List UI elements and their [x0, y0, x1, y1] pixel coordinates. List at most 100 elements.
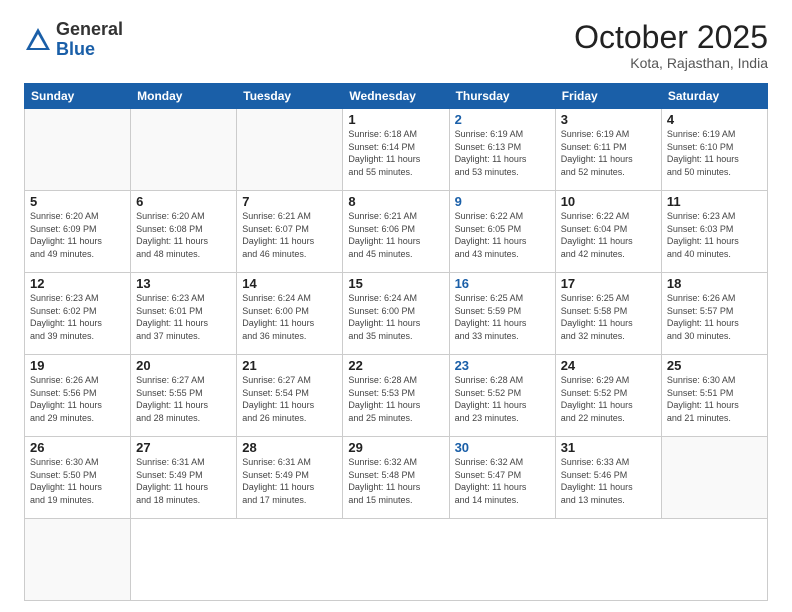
day-info: Sunrise: 6:18 AMSunset: 6:14 PMDaylight:…: [348, 128, 443, 178]
day-info: Sunrise: 6:31 AMSunset: 5:49 PMDaylight:…: [136, 456, 231, 506]
table-row: 15Sunrise: 6:24 AMSunset: 6:00 PMDayligh…: [343, 273, 449, 355]
logo-general: General: [56, 19, 123, 39]
table-row: 1Sunrise: 6:18 AMSunset: 6:14 PMDaylight…: [343, 109, 449, 191]
table-row: 18Sunrise: 6:26 AMSunset: 5:57 PMDayligh…: [661, 273, 767, 355]
table-row: 29Sunrise: 6:32 AMSunset: 5:48 PMDayligh…: [343, 437, 449, 519]
day-info: Sunrise: 6:27 AMSunset: 5:55 PMDaylight:…: [136, 374, 231, 424]
table-row: 13Sunrise: 6:23 AMSunset: 6:01 PMDayligh…: [131, 273, 237, 355]
table-row: 4Sunrise: 6:19 AMSunset: 6:10 PMDaylight…: [661, 109, 767, 191]
day-number: 17: [561, 276, 656, 291]
table-row: [131, 109, 237, 191]
table-row: 25Sunrise: 6:30 AMSunset: 5:51 PMDayligh…: [661, 355, 767, 437]
day-number: 4: [667, 112, 762, 127]
day-number: 6: [136, 194, 231, 209]
table-row: 14Sunrise: 6:24 AMSunset: 6:00 PMDayligh…: [237, 273, 343, 355]
header: General Blue October 2025 Kota, Rajastha…: [24, 20, 768, 71]
day-number: 21: [242, 358, 337, 373]
day-info: Sunrise: 6:24 AMSunset: 6:00 PMDaylight:…: [348, 292, 443, 342]
table-row: [661, 437, 767, 519]
table-row: 6Sunrise: 6:20 AMSunset: 6:08 PMDaylight…: [131, 191, 237, 273]
calendar-row: 5Sunrise: 6:20 AMSunset: 6:09 PMDaylight…: [25, 191, 768, 273]
day-number: 31: [561, 440, 656, 455]
day-info: Sunrise: 6:22 AMSunset: 6:04 PMDaylight:…: [561, 210, 656, 260]
logo-blue: Blue: [56, 39, 95, 59]
day-number: 11: [667, 194, 762, 209]
day-info: Sunrise: 6:19 AMSunset: 6:11 PMDaylight:…: [561, 128, 656, 178]
day-info: Sunrise: 6:25 AMSunset: 5:58 PMDaylight:…: [561, 292, 656, 342]
calendar-row: 1Sunrise: 6:18 AMSunset: 6:14 PMDaylight…: [25, 109, 768, 191]
day-number: 24: [561, 358, 656, 373]
header-thursday: Thursday: [449, 84, 555, 109]
table-row: 22Sunrise: 6:28 AMSunset: 5:53 PMDayligh…: [343, 355, 449, 437]
table-row: 8Sunrise: 6:21 AMSunset: 6:06 PMDaylight…: [343, 191, 449, 273]
day-number: 14: [242, 276, 337, 291]
header-saturday: Saturday: [661, 84, 767, 109]
day-number: 26: [30, 440, 125, 455]
table-row: 20Sunrise: 6:27 AMSunset: 5:55 PMDayligh…: [131, 355, 237, 437]
logo: General Blue: [24, 20, 123, 60]
day-info: Sunrise: 6:21 AMSunset: 6:07 PMDaylight:…: [242, 210, 337, 260]
day-info: Sunrise: 6:24 AMSunset: 6:00 PMDaylight:…: [242, 292, 337, 342]
day-info: Sunrise: 6:30 AMSunset: 5:50 PMDaylight:…: [30, 456, 125, 506]
table-row: 27Sunrise: 6:31 AMSunset: 5:49 PMDayligh…: [131, 437, 237, 519]
day-number: 1: [348, 112, 443, 127]
calendar-row: [25, 519, 768, 601]
table-row: 31Sunrise: 6:33 AMSunset: 5:46 PMDayligh…: [555, 437, 661, 519]
day-info: Sunrise: 6:26 AMSunset: 5:57 PMDaylight:…: [667, 292, 762, 342]
calendar-row: 12Sunrise: 6:23 AMSunset: 6:02 PMDayligh…: [25, 273, 768, 355]
calendar-row: 26Sunrise: 6:30 AMSunset: 5:50 PMDayligh…: [25, 437, 768, 519]
day-number: 9: [455, 194, 550, 209]
day-number: 3: [561, 112, 656, 127]
day-info: Sunrise: 6:33 AMSunset: 5:46 PMDaylight:…: [561, 456, 656, 506]
day-number: 12: [30, 276, 125, 291]
day-info: Sunrise: 6:19 AMSunset: 6:10 PMDaylight:…: [667, 128, 762, 178]
table-row: 10Sunrise: 6:22 AMSunset: 6:04 PMDayligh…: [555, 191, 661, 273]
table-row: 19Sunrise: 6:26 AMSunset: 5:56 PMDayligh…: [25, 355, 131, 437]
day-info: Sunrise: 6:28 AMSunset: 5:52 PMDaylight:…: [455, 374, 550, 424]
weekday-header-row: Sunday Monday Tuesday Wednesday Thursday…: [25, 84, 768, 109]
day-number: 27: [136, 440, 231, 455]
day-number: 29: [348, 440, 443, 455]
calendar-row: 19Sunrise: 6:26 AMSunset: 5:56 PMDayligh…: [25, 355, 768, 437]
day-number: 10: [561, 194, 656, 209]
table-row: 28Sunrise: 6:31 AMSunset: 5:49 PMDayligh…: [237, 437, 343, 519]
day-number: 25: [667, 358, 762, 373]
table-row: 12Sunrise: 6:23 AMSunset: 6:02 PMDayligh…: [25, 273, 131, 355]
day-number: 20: [136, 358, 231, 373]
day-info: Sunrise: 6:32 AMSunset: 5:48 PMDaylight:…: [348, 456, 443, 506]
day-number: 22: [348, 358, 443, 373]
day-info: Sunrise: 6:28 AMSunset: 5:53 PMDaylight:…: [348, 374, 443, 424]
day-info: Sunrise: 6:25 AMSunset: 5:59 PMDaylight:…: [455, 292, 550, 342]
day-number: 18: [667, 276, 762, 291]
table-row: [25, 519, 131, 601]
day-info: Sunrise: 6:20 AMSunset: 6:09 PMDaylight:…: [30, 210, 125, 260]
day-info: Sunrise: 6:31 AMSunset: 5:49 PMDaylight:…: [242, 456, 337, 506]
day-number: 7: [242, 194, 337, 209]
day-number: 23: [455, 358, 550, 373]
header-sunday: Sunday: [25, 84, 131, 109]
logo-text: General Blue: [56, 20, 123, 60]
day-info: Sunrise: 6:27 AMSunset: 5:54 PMDaylight:…: [242, 374, 337, 424]
day-number: 15: [348, 276, 443, 291]
header-wednesday: Wednesday: [343, 84, 449, 109]
table-row: 9Sunrise: 6:22 AMSunset: 6:05 PMDaylight…: [449, 191, 555, 273]
day-info: Sunrise: 6:29 AMSunset: 5:52 PMDaylight:…: [561, 374, 656, 424]
table-row: 17Sunrise: 6:25 AMSunset: 5:58 PMDayligh…: [555, 273, 661, 355]
day-number: 16: [455, 276, 550, 291]
day-number: 5: [30, 194, 125, 209]
month-title: October 2025: [574, 20, 768, 55]
table-row: 24Sunrise: 6:29 AMSunset: 5:52 PMDayligh…: [555, 355, 661, 437]
table-row: 7Sunrise: 6:21 AMSunset: 6:07 PMDaylight…: [237, 191, 343, 273]
day-number: 28: [242, 440, 337, 455]
day-info: Sunrise: 6:19 AMSunset: 6:13 PMDaylight:…: [455, 128, 550, 178]
day-info: Sunrise: 6:22 AMSunset: 6:05 PMDaylight:…: [455, 210, 550, 260]
day-number: 2: [455, 112, 550, 127]
day-info: Sunrise: 6:21 AMSunset: 6:06 PMDaylight:…: [348, 210, 443, 260]
page: General Blue October 2025 Kota, Rajastha…: [0, 0, 792, 612]
logo-icon: [24, 26, 52, 54]
table-row: 16Sunrise: 6:25 AMSunset: 5:59 PMDayligh…: [449, 273, 555, 355]
header-tuesday: Tuesday: [237, 84, 343, 109]
table-row: 23Sunrise: 6:28 AMSunset: 5:52 PMDayligh…: [449, 355, 555, 437]
title-block: October 2025 Kota, Rajasthan, India: [574, 20, 768, 71]
calendar: Sunday Monday Tuesday Wednesday Thursday…: [24, 83, 768, 601]
